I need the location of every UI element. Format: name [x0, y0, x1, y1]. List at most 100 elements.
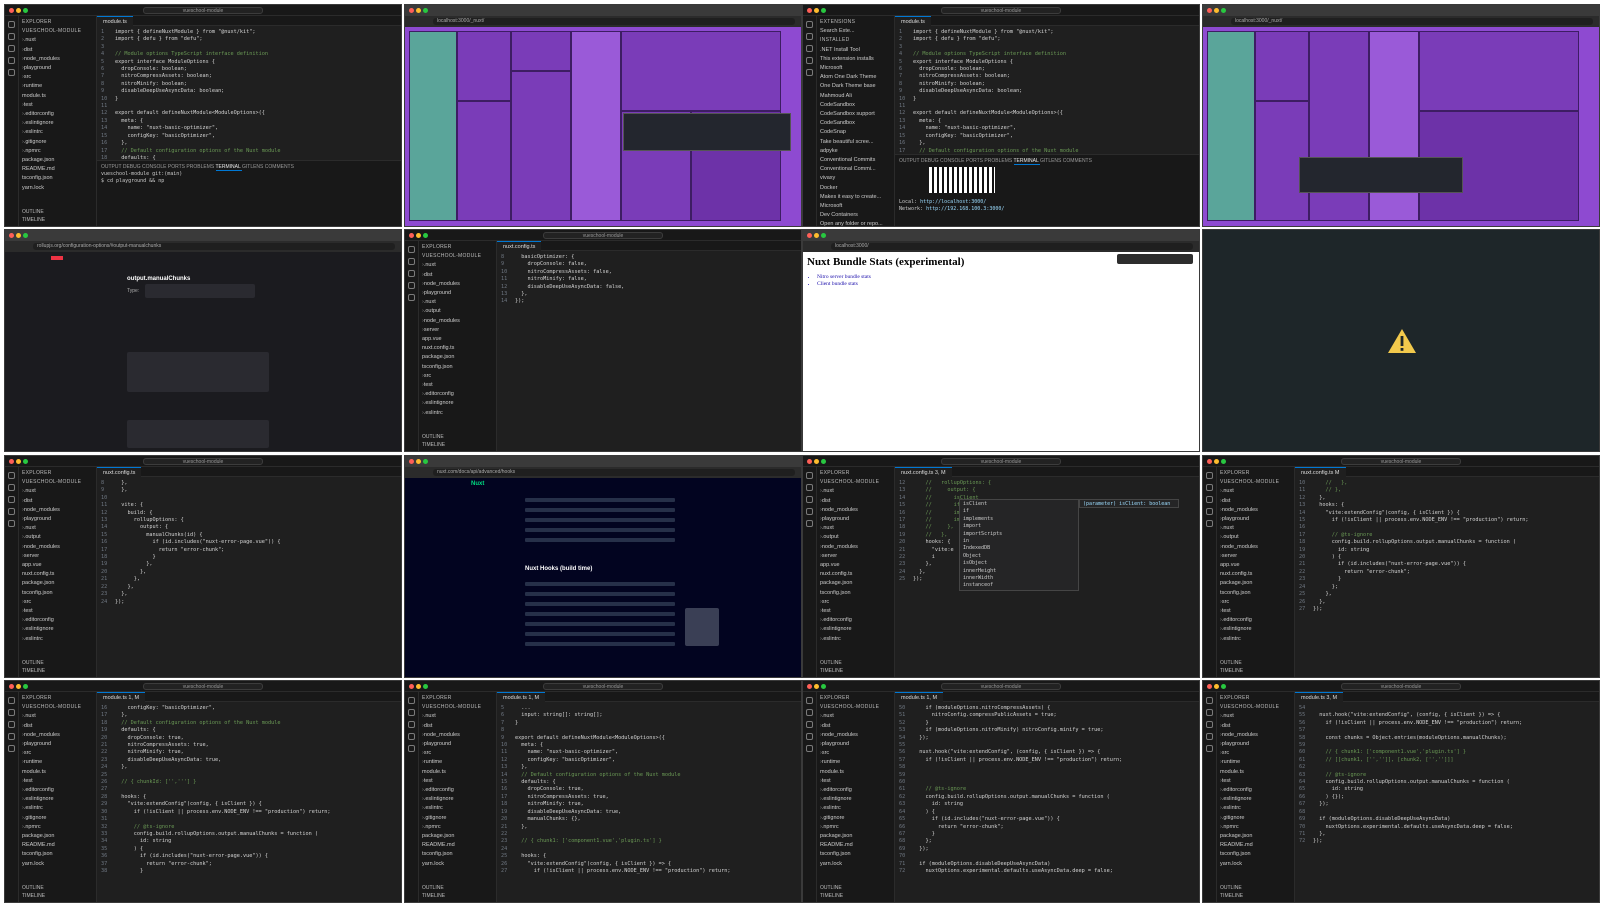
promo-card[interactable]	[685, 608, 719, 646]
suggestion-item[interactable]: Object	[963, 553, 1075, 560]
folder-item[interactable]: .gitignore	[22, 814, 93, 823]
address-bar[interactable]: rollupjs.org/configuration-options/#outp…	[33, 243, 395, 250]
files-icon[interactable]	[8, 472, 15, 479]
folder-item[interactable]: dist	[820, 497, 891, 506]
project-root[interactable]: VUESCHOOL-MODULE	[820, 478, 891, 487]
project-root[interactable]: VUESCHOOL-MODULE	[22, 478, 93, 487]
extensions-icon[interactable]	[8, 520, 15, 527]
folder-item[interactable]: server	[422, 326, 493, 335]
tab-module-ts[interactable]: module.ts 3, M	[1295, 692, 1344, 702]
folder-item[interactable]: .nuxt	[22, 712, 93, 721]
folder-item[interactable]: .nuxt	[422, 261, 493, 270]
extensions-icon[interactable]	[806, 69, 813, 76]
tab-module-ts[interactable]: module.ts	[895, 16, 931, 26]
command-center[interactable]: vueschool-module	[143, 683, 263, 690]
file-item[interactable]: module.ts	[22, 92, 93, 101]
command-center[interactable]: vueschool-module	[1341, 458, 1461, 465]
file-item[interactable]: tsconfig.json	[22, 589, 93, 598]
suggestion-item[interactable]: innerHeight	[963, 568, 1075, 575]
bundle-treemap[interactable]	[405, 27, 801, 226]
source-control-icon[interactable]	[1206, 496, 1213, 503]
source-control-icon[interactable]	[806, 45, 813, 52]
file-item[interactable]: yarn.lock	[422, 860, 493, 869]
folder-item[interactable]: .eslintrc	[820, 804, 891, 813]
folder-item[interactable]: test	[820, 607, 891, 616]
folder-item[interactable]: node_modules	[820, 506, 891, 515]
file-item[interactable]: module.ts	[22, 768, 93, 777]
folder-item[interactable]: .editorconfig	[820, 786, 891, 795]
outline-section[interactable]: OUTLINE	[1220, 659, 1243, 667]
file-item[interactable]: tsconfig.json	[1220, 850, 1291, 859]
command-center[interactable]: vueschool-module	[941, 458, 1061, 465]
folder-item[interactable]: .eslintignore	[422, 399, 493, 408]
folder-item[interactable]: .npmrc	[422, 823, 493, 832]
terminal-tab[interactable]: PORTS	[168, 164, 187, 170]
run-debug-icon[interactable]	[8, 57, 15, 64]
folder-item[interactable]: playground	[820, 515, 891, 524]
timeline-section[interactable]: TIMELINE	[1220, 892, 1243, 900]
folder-item[interactable]: src	[22, 598, 93, 607]
file-item[interactable]: nuxt.config.ts	[1220, 570, 1291, 579]
code-area[interactable]: 54 55 nuxt.hook("vite:extendConfig", (con…	[1295, 702, 1599, 846]
devtools-popup[interactable]	[1117, 254, 1193, 264]
folder-item[interactable]: dist	[422, 271, 493, 280]
folder-item[interactable]: dist	[1220, 722, 1291, 731]
folder-item[interactable]: runtime	[422, 758, 493, 767]
file-item[interactable]: nuxt.config.ts	[422, 344, 493, 353]
folder-item[interactable]: runtime	[820, 758, 891, 767]
folder-item[interactable]: node_modules	[820, 543, 891, 552]
search-icon[interactable]	[8, 484, 15, 491]
file-item[interactable]: tsconfig.json	[422, 363, 493, 372]
outline-section[interactable]: OUTLINE	[22, 208, 45, 216]
tab-module-ts[interactable]: module.ts	[97, 16, 133, 26]
file-item[interactable]: tsconfig.json	[22, 174, 93, 183]
folder-item[interactable]: .npmrc	[820, 823, 891, 832]
timeline-section[interactable]: TIMELINE	[22, 892, 45, 900]
source-control-icon[interactable]	[408, 721, 415, 728]
folder-item[interactable]: dist	[820, 722, 891, 731]
file-item[interactable]: app.vue	[422, 335, 493, 344]
extension-name[interactable]: .NET Install Tool	[820, 46, 891, 55]
file-item[interactable]: package.json	[422, 832, 493, 841]
source-control-icon[interactable]	[8, 721, 15, 728]
extension-name[interactable]: Dev Containers	[820, 211, 891, 220]
files-icon[interactable]	[408, 697, 415, 704]
source-control-icon[interactable]	[8, 496, 15, 503]
folder-item[interactable]: .nuxt	[1220, 487, 1291, 496]
run-debug-icon[interactable]	[1206, 508, 1213, 515]
command-center[interactable]: vueschool-module	[143, 458, 263, 465]
folder-item[interactable]: src	[820, 749, 891, 758]
terminal-tab[interactable]: COMMENTS	[265, 164, 294, 170]
folder-item[interactable]: dist	[1220, 497, 1291, 506]
file-item[interactable]: yarn.lock	[1220, 860, 1291, 869]
folder-item[interactable]: node_modules	[820, 731, 891, 740]
folder-item[interactable]: node_modules	[22, 55, 93, 64]
folder-item[interactable]: .gitignore	[422, 814, 493, 823]
folder-item[interactable]: dist	[22, 46, 93, 55]
extension-name[interactable]: Atom One Dark Theme	[820, 73, 891, 82]
folder-item[interactable]: .editorconfig	[1220, 786, 1291, 795]
terminal-tab[interactable]: PROBLEMS	[984, 158, 1013, 164]
search-icon[interactable]	[806, 709, 813, 716]
folder-item[interactable]: runtime	[1220, 758, 1291, 767]
outline-section[interactable]: OUTLINE	[22, 884, 45, 892]
folder-item[interactable]: .nuxt	[22, 36, 93, 45]
code-area[interactable]: 1 import { defineNuxtModule } from "@nuxt…	[97, 26, 401, 177]
run-debug-icon[interactable]	[806, 508, 813, 515]
folder-item[interactable]: .editorconfig	[22, 110, 93, 119]
extensions-icon[interactable]	[1206, 520, 1213, 527]
suggestion-item[interactable]: innerWidth	[963, 575, 1075, 582]
source-control-icon[interactable]	[806, 496, 813, 503]
network-url-link[interactable]: http://192.168.100.3:3000/	[926, 206, 1004, 212]
folder-item[interactable]: server	[820, 552, 891, 561]
file-item[interactable]: package.json	[820, 579, 891, 588]
extensions-icon[interactable]	[8, 745, 15, 752]
run-debug-icon[interactable]	[408, 733, 415, 740]
file-item[interactable]: README.md	[820, 841, 891, 850]
file-item[interactable]: app.vue	[1220, 561, 1291, 570]
command-center[interactable]: vueschool-module	[143, 7, 263, 14]
file-item[interactable]: tsconfig.json	[22, 850, 93, 859]
folder-item[interactable]: .nuxt	[22, 524, 93, 533]
suggestion-item[interactable]: if	[963, 508, 1075, 515]
suggestion-item[interactable]: isClient	[963, 501, 1075, 508]
